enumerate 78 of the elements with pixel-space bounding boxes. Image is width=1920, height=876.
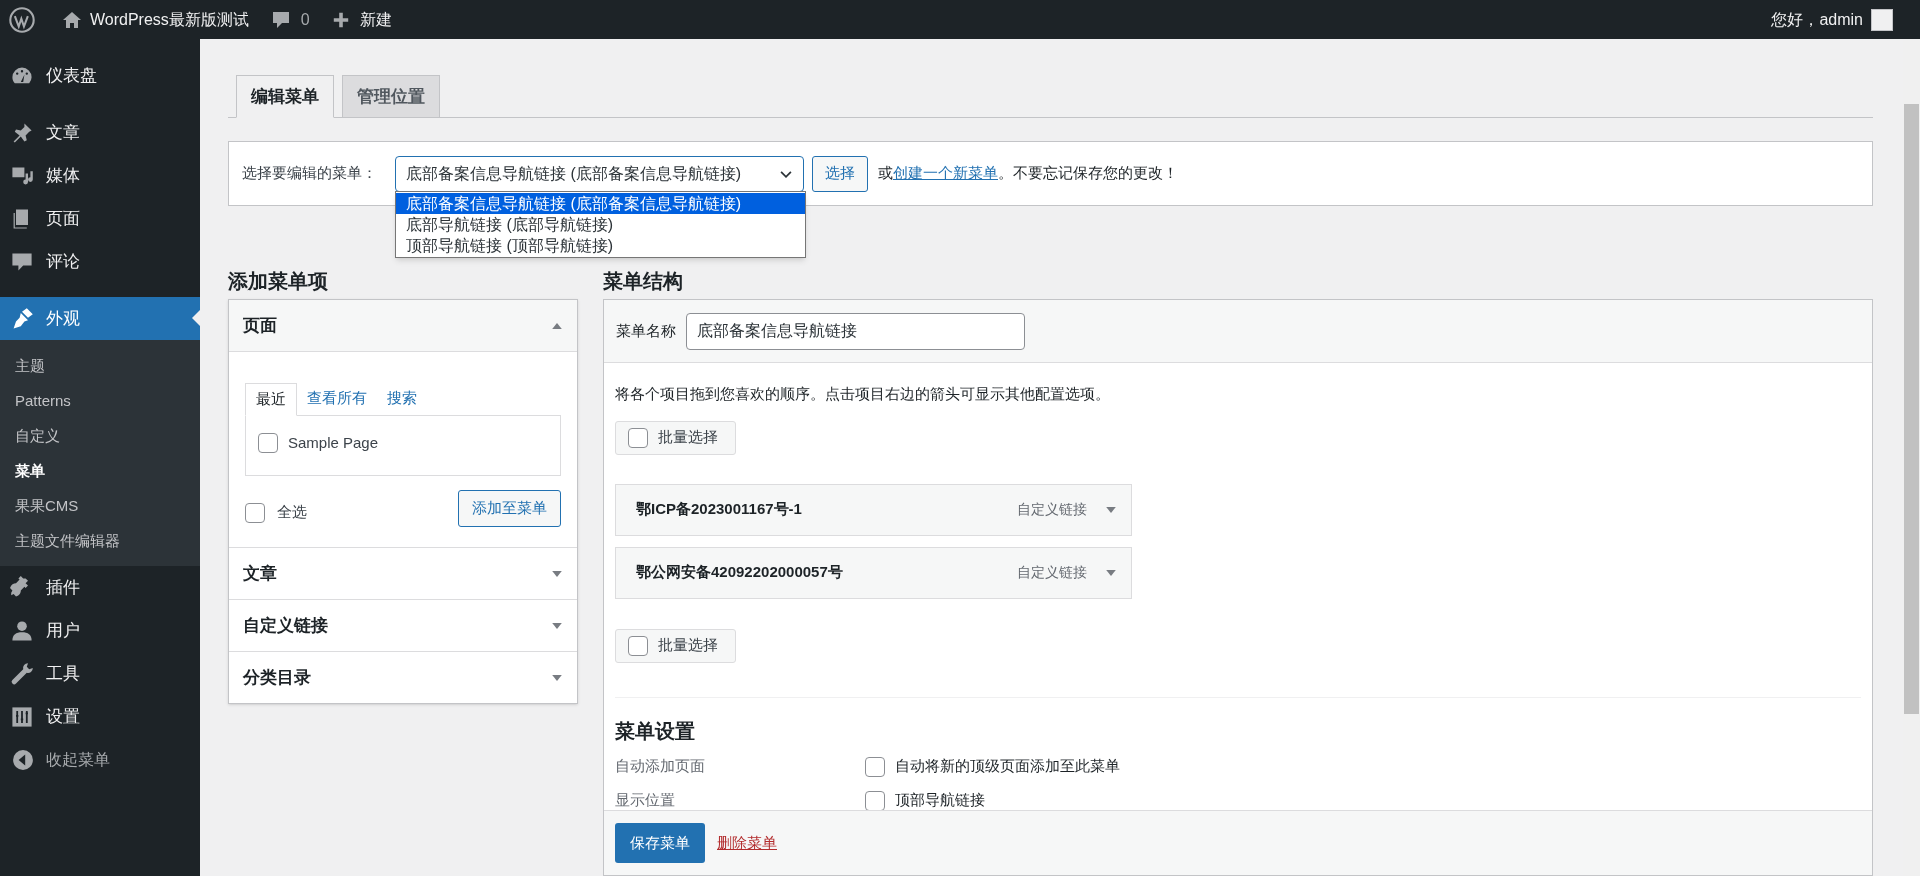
bulk-select-checkbox[interactable] xyxy=(628,635,648,656)
menu-name-label: 菜单名称 xyxy=(616,320,676,341)
menu-item-bar[interactable]: 鄂ICP备2023001167号-1 自定义链接 xyxy=(615,483,1132,536)
avatar xyxy=(1871,8,1893,31)
accordion-header[interactable]: 分类目录 xyxy=(229,651,577,703)
new-label: 新建 xyxy=(359,9,392,30)
checkbox[interactable] xyxy=(865,756,885,777)
bulk-select-control[interactable]: 批量选择 xyxy=(615,628,736,663)
panel-tab[interactable]: 搜索 xyxy=(377,382,427,415)
home-icon xyxy=(62,9,82,30)
checkbox[interactable] xyxy=(245,502,265,523)
site-link[interactable]: WordPress最新版测试 xyxy=(62,7,249,32)
setting-option-label: 自动将新的顶级页面添加至此菜单 xyxy=(895,756,1120,777)
comments-link[interactable]: 0 xyxy=(270,7,310,32)
panel-tab[interactable]: 查看所有 xyxy=(297,382,377,415)
submenu-item[interactable]: 自定义 xyxy=(0,418,200,453)
submenu-item[interactable]: 果果CMS xyxy=(0,488,200,523)
menu-item-title: 鄂公网安备42092202000057号 xyxy=(636,562,844,583)
site-title: WordPress最新版测试 xyxy=(90,9,249,30)
setting-label: 自动添加页面 xyxy=(615,756,706,777)
accordion-header[interactable]: 页面 xyxy=(229,300,577,352)
submenu-item[interactable]: 主题文件编辑器 xyxy=(0,523,200,558)
plus-icon xyxy=(331,10,350,29)
accordion-header[interactable]: 文章 xyxy=(229,547,577,599)
section-heading: 添加菜单项 xyxy=(228,269,329,294)
panel-tab[interactable]: 最近 xyxy=(245,383,297,416)
current-pointer-icon xyxy=(192,310,200,326)
create-menu-link[interactable]: 创建一个新菜单 xyxy=(893,164,998,182)
page-option-label: Sample Page xyxy=(288,433,379,453)
sidebar-item[interactable]: 外观 xyxy=(0,297,200,340)
collapse-menu-button[interactable]: 收起菜单 xyxy=(0,738,200,781)
instructions-text: 将各个项目拖到您喜欢的顺序。点击项目右边的箭头可显示其他配置选项。 xyxy=(615,384,1111,404)
wordpress-logo-icon xyxy=(9,6,35,33)
dropdown-option[interactable]: 底部导航链接 (底部导航链接) xyxy=(396,213,805,235)
greeting-link[interactable]: 您好，admin xyxy=(1771,7,1863,32)
dropdown-option[interactable]: 顶部导航链接 (顶部导航链接) xyxy=(396,234,805,256)
sidebar-item[interactable]: 页面 xyxy=(0,197,200,240)
bulk-select-checkbox[interactable] xyxy=(628,427,648,448)
sidebar-item[interactable]: 工具 xyxy=(0,652,200,695)
setting-label: 显示位置 xyxy=(615,790,676,810)
menu-item-bar[interactable]: 鄂公网安备42092202000057号 自定义链接 xyxy=(615,546,1132,599)
menu-item-title: 鄂ICP备2023001167号-1 xyxy=(636,499,803,520)
sidebar-item[interactable]: 文章 xyxy=(0,111,200,154)
menu-name-field[interactable]: 底部备案信息导航链接 xyxy=(686,312,1025,350)
menu-icon-user-icon xyxy=(10,618,34,643)
select-label: 选择要编辑的菜单： xyxy=(242,163,377,184)
settings-heading: 菜单设置 xyxy=(615,718,696,744)
section-heading: 菜单结构 xyxy=(603,269,684,294)
bulk-select-control[interactable]: 批量选择 xyxy=(615,420,736,455)
dropdown-option[interactable]: 底部备案信息导航链接 (底部备案信息导航链接) xyxy=(396,192,805,214)
select-all-label: 全选 xyxy=(277,502,307,523)
menu-icon-wrench-icon xyxy=(10,661,34,686)
save-menu-button[interactable]: 保存菜单 xyxy=(615,823,705,863)
add-to-menu-button[interactable]: 添加至菜单 xyxy=(458,490,561,527)
submenu-item[interactable]: Patterns xyxy=(0,383,200,418)
sidebar-item[interactable]: 用户 xyxy=(0,609,200,652)
tab[interactable]: 编辑菜单 xyxy=(236,75,334,118)
speech-bubble-icon xyxy=(270,9,291,30)
sidebar-item[interactable]: 评论 xyxy=(0,240,200,283)
submenu-item[interactable]: 主题 xyxy=(0,348,200,383)
checkbox[interactable] xyxy=(258,433,278,454)
submenu-item[interactable]: 菜单 xyxy=(0,453,200,488)
sidebar-item[interactable]: 插件 xyxy=(0,566,200,609)
sidebar-item[interactable]: 设置 xyxy=(0,695,200,738)
menu-item-type: 自定义链接 xyxy=(1017,563,1087,582)
checkbox[interactable] xyxy=(865,790,885,810)
accordion-header[interactable]: 自定义链接 xyxy=(229,599,577,651)
new-link[interactable]: 新建 xyxy=(331,7,392,32)
sidebar-item[interactable]: 媒体 xyxy=(0,154,200,197)
save-reminder: 或创建一个新菜单。不要忘记保存您的更改！ xyxy=(878,163,1178,184)
tab[interactable]: 管理位置 xyxy=(342,75,440,118)
sidebar-item[interactable]: 仪表盘 xyxy=(0,54,200,97)
delete-menu-link[interactable]: 删除菜单 xyxy=(717,831,777,855)
select-button[interactable]: 选择 xyxy=(812,155,868,192)
comment-count: 0 xyxy=(300,9,310,30)
menu-item-type: 自定义链接 xyxy=(1017,500,1087,519)
setting-option-label: 顶部导航链接 xyxy=(895,790,985,810)
menu-icon-sliders-icon xyxy=(10,704,34,729)
